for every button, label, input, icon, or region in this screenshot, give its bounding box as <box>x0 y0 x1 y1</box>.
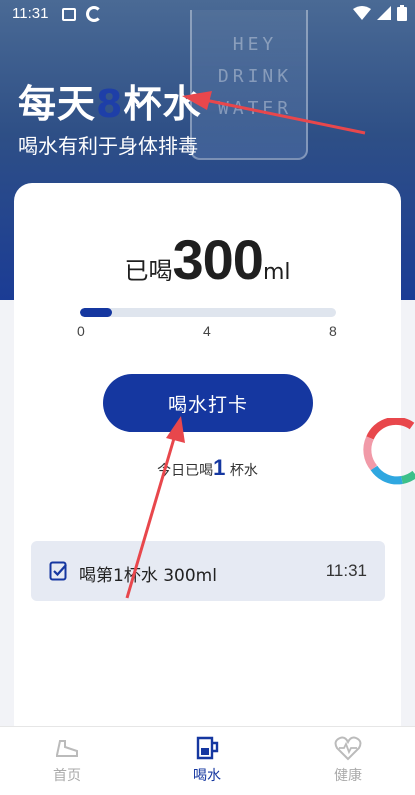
glass-text-line: HEY <box>232 34 278 55</box>
checkin-button[interactable]: 喝水打卡 <box>103 374 313 432</box>
record-label: 喝第1杯水 300ml <box>79 566 217 586</box>
heart-pulse-icon <box>334 736 362 761</box>
progress-tick: 8 <box>329 323 337 339</box>
intake-label: 已喝 <box>124 257 173 285</box>
cup-icon <box>196 736 219 760</box>
checklist-icon <box>49 561 67 581</box>
gallery-notification-icon <box>62 8 76 21</box>
today-prefix: 今日已喝 <box>157 463 214 479</box>
tab-health[interactable]: 健康 <box>303 735 393 785</box>
title-prefix: 每天 <box>18 82 97 126</box>
bottom-tab-bar: 首页 喝水 健康 <box>0 726 415 795</box>
intake-amount: 300 <box>172 228 264 291</box>
status-bar: 11:31 <box>0 0 415 30</box>
wifi-icon <box>353 6 371 20</box>
tab-home[interactable]: 首页 <box>22 735 112 785</box>
signal-icon <box>377 6 391 20</box>
water-card: 已喝300ml 0 4 8 喝水打卡 今日已喝1 杯水 喝第1杯水 300ml … <box>14 183 401 743</box>
record-time: 11:31 <box>325 561 367 580</box>
battery-icon <box>397 5 407 21</box>
intake-unit: ml <box>262 260 291 285</box>
page-title: 每天8杯水 <box>18 73 201 128</box>
floating-ring-icon[interactable] <box>362 418 415 488</box>
status-time: 11:31 <box>12 5 49 22</box>
progress-tick: 0 <box>77 323 85 339</box>
tab-label: 喝水 <box>193 768 221 784</box>
today-number: 1 <box>213 455 226 480</box>
page-subtitle: 喝水有利于身体排毒 <box>18 134 198 158</box>
progress-fill <box>80 308 112 317</box>
today-count: 今日已喝1 杯水 <box>14 455 401 481</box>
today-suffix: 杯水 <box>229 463 258 479</box>
progress-tick: 4 <box>203 323 211 339</box>
glass-image: HEY DRINK WATER <box>190 10 308 160</box>
shoe-icon <box>56 740 78 757</box>
progress-bar <box>80 308 336 317</box>
title-suffix: 杯水 <box>123 82 202 126</box>
tab-water[interactable]: 喝水 <box>162 735 252 785</box>
title-number: 8 <box>96 82 124 126</box>
tab-label: 健康 <box>334 768 362 784</box>
glass-text-line: DRINK <box>217 66 293 87</box>
list-item[interactable]: 喝第1杯水 300ml 11:31 <box>31 541 385 601</box>
intake-summary: 已喝300ml <box>14 227 401 292</box>
glass-text-line: WATER <box>217 98 293 119</box>
sync-notification-icon <box>86 6 102 22</box>
tab-label: 首页 <box>53 768 81 784</box>
